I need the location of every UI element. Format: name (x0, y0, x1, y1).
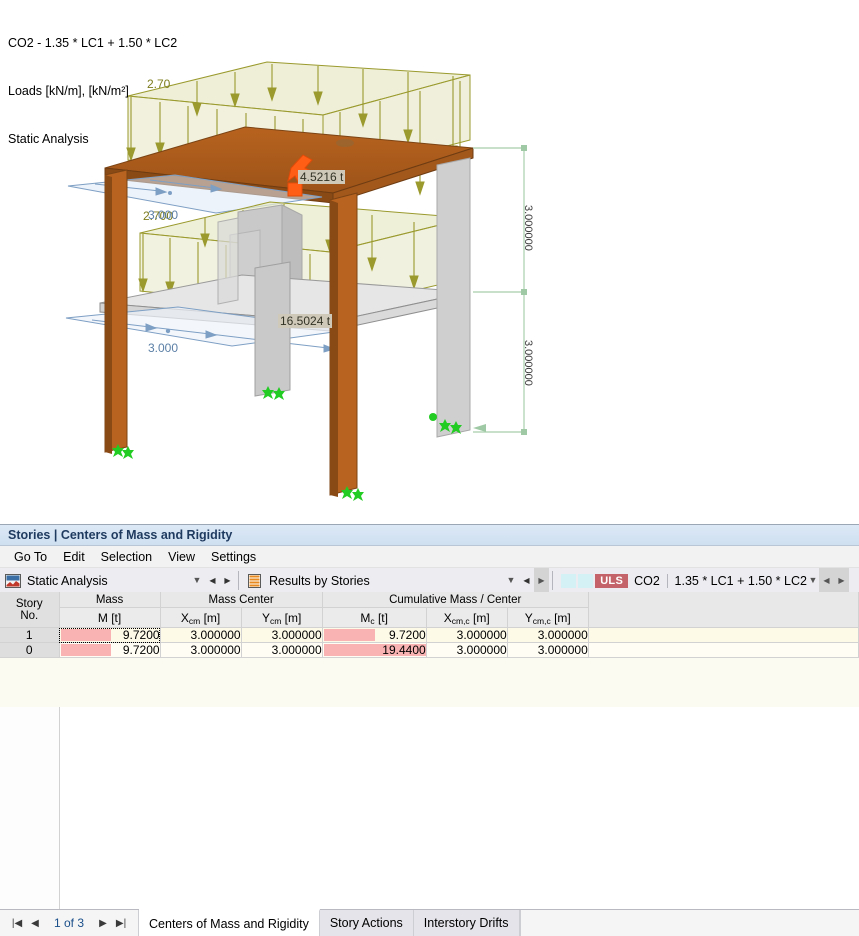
header-xcmc: Xcm,c [m] (426, 607, 508, 628)
cell-mass[interactable]: 9.7200 (59, 627, 161, 643)
previous-page-icon[interactable]: ◀ (26, 918, 44, 929)
next-page-icon[interactable]: ▶ (94, 918, 112, 929)
load-case-swatch-2 (578, 573, 594, 588)
header-ycmc: Ycm,c [m] (507, 607, 589, 628)
panel-toolbar[interactable]: Static Analysis ▼ ◀ ▶ Results by Stories… (0, 568, 859, 594)
cell-mc[interactable]: 9.7200 (322, 627, 427, 643)
story-height-dimensions (473, 145, 527, 435)
first-page-icon[interactable]: |◀ (8, 918, 26, 929)
cell-xcm[interactable]: 3.000000 (160, 627, 242, 643)
analysis-type-icon (5, 573, 21, 588)
toolbar-divider-1 (238, 571, 239, 590)
page-navigator[interactable]: |◀ ◀ 1 of 3 ▶ ▶| (0, 910, 140, 936)
load-case-divider (666, 573, 668, 588)
datagrid-table[interactable]: Story No. Mass Mass Center Cumulative Ma… (0, 592, 859, 658)
results-next-button[interactable]: ▶ (534, 568, 549, 593)
cell-xcmc[interactable]: 3.000000 (426, 642, 508, 658)
load-case-next-button[interactable]: ▶ (834, 568, 849, 593)
datagrid-body: 1 9.7200 3.000000 3.000000 9.7200 3.0000… (0, 627, 859, 658)
table-row[interactable]: 0 9.7200 3.000000 3.000000 19.4400 3.000… (0, 642, 859, 658)
group-header-mass: Mass (59, 592, 161, 608)
support-symbols (112, 386, 462, 501)
cell-ycm[interactable]: 3.000000 (241, 642, 323, 658)
load-case-swatch-1 (561, 573, 577, 588)
panel-menubar[interactable]: Go To Edit Selection View Settings (0, 546, 859, 568)
header-mc: Mc [t] (322, 607, 427, 628)
datagrid-empty-rowheader-column (0, 707, 60, 914)
model-annotation-5: 16.5024 t (278, 314, 333, 328)
cell-mc-value: 19.4400 (382, 643, 426, 657)
cell-mass-value: 9.7200 (122, 643, 160, 657)
menu-go-to[interactable]: Go To (6, 548, 55, 566)
cell-extra (588, 627, 859, 643)
viewport-caption: CO2 - 1.35 * LC1 + 1.50 * LC2 Loads [kN/… (8, 3, 177, 179)
load-case-chevron-down-icon[interactable]: ▼ (807, 568, 819, 593)
model-viewport[interactable]: CO2 - 1.35 * LC1 + 1.50 * LC2 Loads [kN/… (0, 0, 859, 524)
menu-settings[interactable]: Settings (203, 548, 264, 566)
results-table-icon (248, 573, 261, 588)
model-annotation-7: 3.000000 (522, 340, 534, 386)
menu-edit[interactable]: Edit (55, 548, 93, 566)
analysis-prev-button[interactable]: ◀ (205, 568, 220, 593)
page-indicator: 1 of 3 (54, 916, 85, 930)
header-story-no: Story No. (0, 592, 60, 628)
cell-mass[interactable]: 9.7200 (59, 642, 161, 658)
header-xcm: Xcm [m] (160, 607, 242, 628)
table-row[interactable]: 1 9.7200 3.000000 3.000000 9.7200 3.0000… (0, 627, 859, 643)
analysis-type-combo[interactable]: Static Analysis ▼ (0, 568, 205, 593)
cell-ycmc[interactable]: 3.000000 (507, 627, 589, 643)
stories-results-panel: Stories | Centers of Mass and Rigidity G… (0, 524, 859, 936)
header-story-line2: No. (20, 609, 39, 622)
load-case-prev-button[interactable]: ◀ (819, 568, 834, 593)
load-case-formula: 1.35 * LC1 + 1.50 * LC2 (674, 573, 807, 588)
model-annotation-4: 4.5216 t (298, 170, 346, 184)
cell-extra (588, 642, 859, 658)
analysis-type-label: Static Analysis (27, 573, 108, 588)
cell-xcm[interactable]: 3.000000 (160, 642, 242, 658)
results-datagrid[interactable]: Story No. Mass Mass Center Cumulative Ma… (0, 592, 859, 914)
row-story-no[interactable]: 0 (0, 642, 60, 658)
group-header-cumulative: Cumulative Mass / Center (322, 592, 589, 608)
results-mode-label: Results by Stories (269, 573, 370, 588)
model-annotation-2: 3.000 (148, 208, 179, 222)
cell-ycm[interactable]: 3.000000 (241, 627, 323, 643)
cell-ycmc[interactable]: 3.000000 (507, 642, 589, 658)
datagrid-empty-area[interactable] (0, 707, 859, 914)
toolbar-divider-2 (552, 571, 553, 590)
tab-centers-of-mass-and-rigidity[interactable]: Centers of Mass and Rigidity (139, 909, 320, 936)
row-story-no[interactable]: 1 (0, 627, 60, 643)
analysis-next-button[interactable]: ▶ (220, 568, 235, 593)
load-case-combo[interactable]: ULS CO2 1.35 * LC1 + 1.50 * LC2 ▼ (556, 568, 819, 593)
tabbar-filler (519, 910, 859, 936)
cell-xcmc[interactable]: 3.000000 (426, 627, 508, 643)
caption-line-1: CO2 - 1.35 * LC1 + 1.50 * LC2 (8, 36, 178, 50)
results-mode-chevron-down-icon[interactable]: ▼ (503, 568, 519, 593)
group-header-blank (588, 592, 859, 628)
menu-view[interactable]: View (160, 548, 203, 566)
load-case-code: CO2 (634, 573, 660, 588)
cell-mc[interactable]: 19.4400 (322, 642, 427, 658)
group-header-mass-center: Mass Center (160, 592, 323, 608)
model-annotation-3: 3.000 (148, 341, 179, 355)
model-annotation-6: 3.000000 (522, 205, 534, 251)
results-mode-combo[interactable]: Results by Stories ▼ (242, 568, 519, 593)
cell-mass-value: 9.7200 (122, 628, 160, 642)
caption-line-3: Static Analysis (8, 132, 89, 146)
header-story-line1: Story (15, 597, 43, 610)
datagrid-group-header-row: Story No. Mass Mass Center Cumulative Ma… (0, 592, 859, 628)
header-ycm: Ycm [m] (241, 607, 323, 628)
model-annotation-0: 2.70 (147, 77, 171, 91)
header-mass-m: M [t] (59, 607, 161, 628)
panel-bottom-bar[interactable]: |◀ ◀ 1 of 3 ▶ ▶| Centers of Mass and Rig… (0, 909, 859, 936)
results-prev-button[interactable]: ◀ (519, 568, 534, 593)
tab-story-actions[interactable]: Story Actions (319, 910, 414, 936)
menu-selection[interactable]: Selection (93, 548, 160, 566)
tab-interstory-drifts[interactable]: Interstory Drifts (413, 910, 520, 936)
uls-badge: ULS (595, 573, 629, 588)
panel-title: Stories | Centers of Mass and Rigidity (0, 525, 859, 546)
cell-mc-value: 9.7200 (388, 628, 426, 642)
analysis-type-chevron-down-icon[interactable]: ▼ (189, 568, 205, 593)
last-page-icon[interactable]: ▶| (112, 918, 130, 929)
